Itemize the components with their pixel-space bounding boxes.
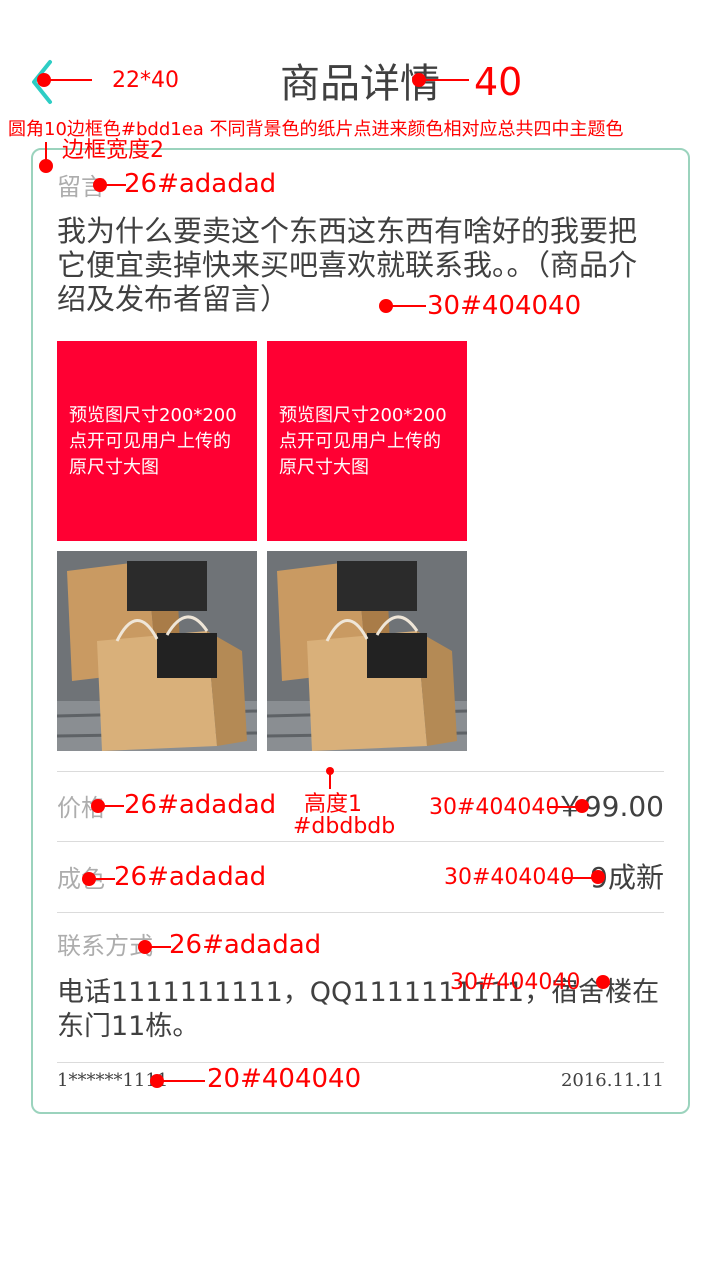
divider: [57, 771, 664, 772]
divider: [57, 912, 664, 913]
annotation-contact-text: 30#404040: [450, 970, 581, 995]
annotation-dot: [39, 159, 53, 173]
annotation-dot: [575, 799, 589, 813]
divider: [57, 841, 664, 842]
annotation-msg-label: 26#adadad: [124, 169, 277, 199]
annotation-line: [386, 305, 426, 307]
annotation-condition-value: 30#404040: [444, 865, 575, 890]
annotation-line: [89, 878, 115, 880]
shopping-bags-image: [267, 551, 467, 751]
preview-photo-1[interactable]: [57, 551, 257, 751]
shopping-bags-image: [57, 551, 257, 751]
annotation-msg-text: 30#404040: [427, 291, 582, 321]
annotation-line: [329, 771, 331, 789]
annotation-price-label: 26#adadad: [124, 790, 277, 820]
preview-photo-2[interactable]: [267, 551, 467, 751]
annotation-border-width: 边框宽度2: [62, 138, 164, 163]
annotation-line: [157, 1080, 205, 1082]
annotation-dot: [591, 870, 605, 884]
annotation-price-value: 30#404040: [429, 795, 560, 820]
annotation-line: [145, 946, 171, 948]
preview-image-1[interactable]: 预览图尺寸200*200点开可见用户上传的原尺寸大图: [57, 341, 257, 541]
preview-image-caption: 预览图尺寸200*200点开可见用户上传的原尺寸大图: [279, 405, 447, 478]
annotation-footer-user: 20#404040: [207, 1064, 362, 1094]
annotation-line: [419, 79, 469, 81]
annotation-line: [100, 184, 126, 186]
annotation-condition-label: 26#adadad: [114, 862, 267, 892]
annotation-title-size: 40: [474, 60, 523, 104]
image-grid: 预览图尺寸200*200点开可见用户上传的原尺寸大图 预览图尺寸200*200点…: [57, 341, 477, 761]
annotation-contact-label: 26#adadad: [169, 930, 322, 960]
preview-image-2[interactable]: 预览图尺寸200*200点开可见用户上传的原尺寸大图: [267, 341, 467, 541]
page-title: 商品详情: [280, 61, 440, 107]
product-card: 留言 我为什么要卖这个东西这东西有啥好的我要把它便宜卖掉快来买吧喜欢就联系我。。…: [31, 148, 690, 1114]
annotation-divider-color: #dbdbdb: [293, 814, 396, 839]
annotation-line: [44, 79, 92, 81]
divider: [57, 1062, 664, 1063]
annotation-dot: [596, 975, 610, 989]
preview-image-caption: 预览图尺寸200*200点开可见用户上传的原尺寸大图: [69, 405, 237, 478]
annotation-line: [98, 805, 124, 807]
publish-date: 2016.11.11: [560, 1070, 664, 1091]
annotation-back-size: 22*40: [112, 68, 179, 93]
